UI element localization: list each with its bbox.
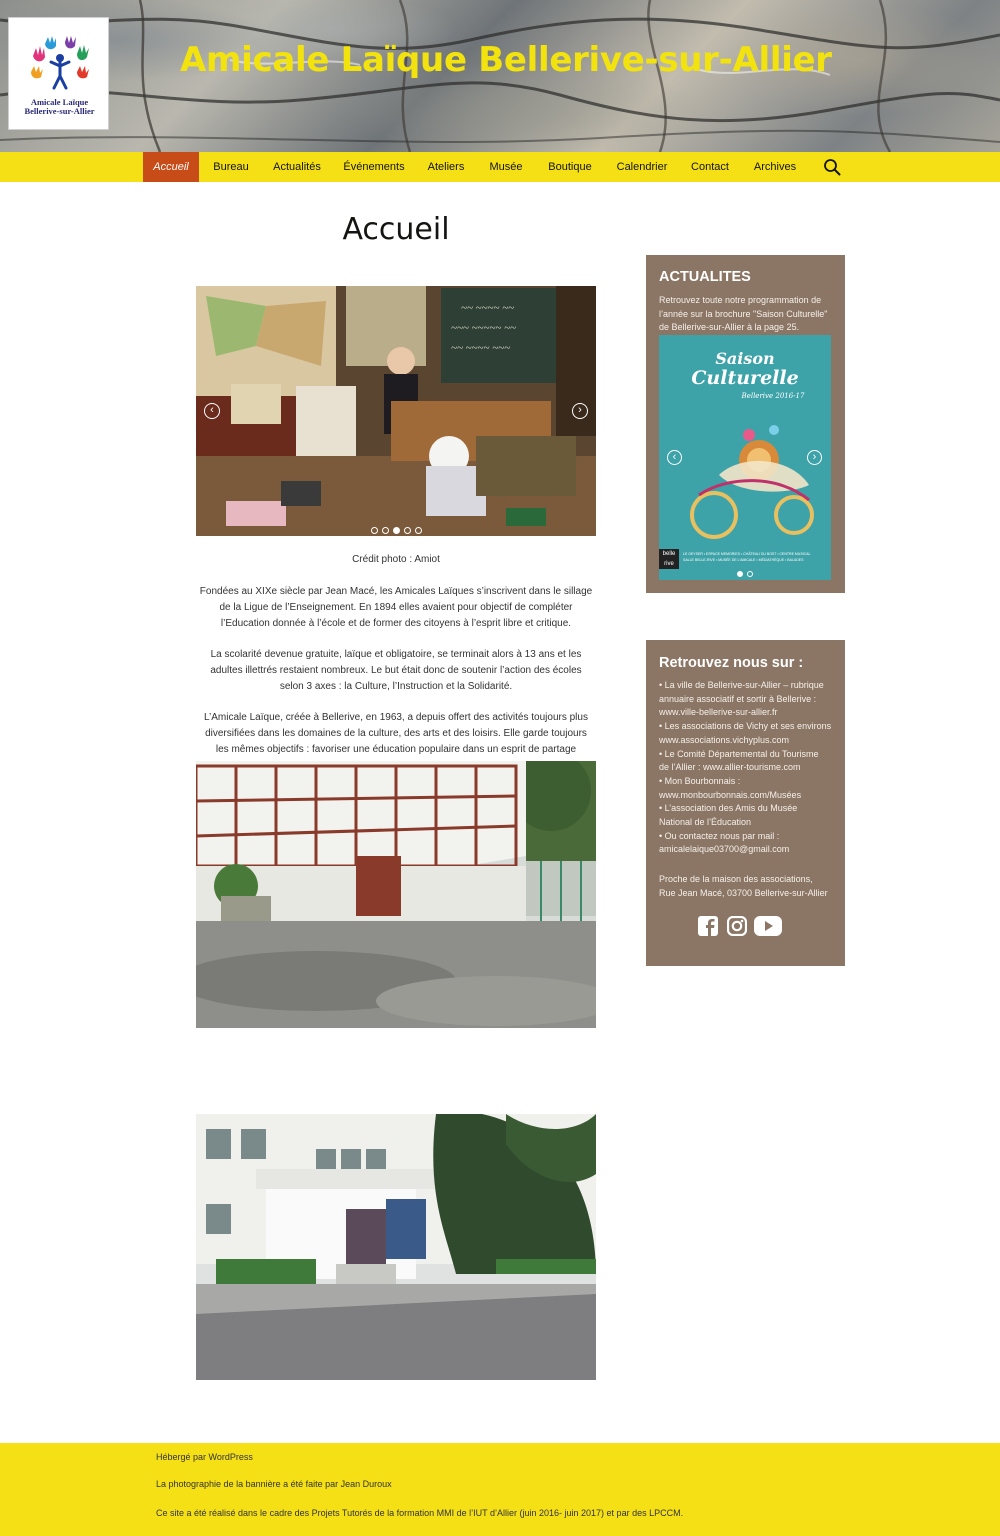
text-line: l’Education donnée à l’école et de forme… xyxy=(220,618,572,629)
news-widget-title: ACTUALITES xyxy=(659,269,751,285)
text-line: • L’association des Amis du Musée xyxy=(659,803,798,814)
link-monbourbonnais[interactable]: www.monbourbonnais.com/Musées xyxy=(659,789,831,803)
text-line: • La ville de Bellerive-sur-Allier – rub… xyxy=(659,680,824,690)
footer-hosted-by[interactable]: Hébergé par WordPress xyxy=(156,1452,253,1462)
text-line: Retrouvez toute notre programmation de xyxy=(659,295,822,305)
news-widget-text: Retrouvez toute notre programmation de l… xyxy=(659,294,827,335)
text-line: Fondées au XIXe siècle par Jean Macé, le… xyxy=(199,586,593,597)
hands-logo-icon xyxy=(31,36,89,90)
slider-dot[interactable] xyxy=(370,527,378,534)
slider-dot[interactable] xyxy=(414,527,422,534)
building-photo-1 xyxy=(196,761,596,1028)
text-line: L’Amicale Laïque, créée à Bellerive, en … xyxy=(204,712,588,723)
find-us-widget: Retrouvez nous sur : • La ville de Belle… xyxy=(646,640,845,966)
nav-item-ateliers[interactable]: Ateliers xyxy=(420,152,472,182)
text-line: • Les associations de Vichy et ses envir… xyxy=(659,721,832,732)
nav-item-boutique[interactable]: Boutique xyxy=(542,152,598,182)
svg-text:~~~ ~~~~~ ~~: ~~~ ~~~~~ ~~ xyxy=(451,322,516,334)
page-title: Accueil xyxy=(342,212,450,247)
svg-text:~~ ~~~~ ~~: ~~ ~~~~ ~~ xyxy=(461,302,514,314)
svg-text:~~ ~~~~ ~~~: ~~ ~~~~ ~~~ xyxy=(451,342,510,354)
text-line: • Mon Bourbonnais : xyxy=(659,775,741,786)
link-ville-bellerive[interactable]: www.ville-bellerive-sur-allier.fr xyxy=(659,706,831,720)
poster-carriage-illustration xyxy=(690,425,814,539)
site-footer: Hébergé par WordPress La photographie de… xyxy=(0,1443,1000,1536)
find-us-links: • La ville de Bellerive-sur-Allier – rub… xyxy=(659,679,831,857)
text-line: de la Ligue de l’Enseignement. En 1894 e… xyxy=(219,602,573,613)
text-line: annuaire associatif et sortir à Belleriv… xyxy=(659,693,817,704)
text-line: les mêmes objectifs : favoriser une éduc… xyxy=(215,744,577,755)
poster-subtitle: Culturelle xyxy=(691,367,799,389)
nav-item-musee[interactable]: Musée xyxy=(484,152,528,182)
footer-project-credit: Ce site a été réalisé dans le cadre des … xyxy=(156,1508,684,1518)
image-slider[interactable]: ~~ ~~~~ ~~ ~~~ ~~~~~ ~~ ~~ ~~~~ ~~~ ‹ › xyxy=(196,286,596,536)
site-title[interactable]: Amicale Laïque Bellerive-sur-Allier xyxy=(180,40,880,80)
instagram-icon[interactable] xyxy=(727,916,747,936)
text-line: National de l’Éducation xyxy=(659,817,752,828)
youtube-icon[interactable] xyxy=(754,916,782,936)
news-slider-dot-active[interactable] xyxy=(737,571,743,577)
contact-email[interactable]: amicalelaique03700@gmail.com xyxy=(659,843,831,857)
link-vichyplus[interactable]: www.associations.vichyplus.com xyxy=(659,734,831,748)
main-navigation: Accueil Bureau Actualités Événements Ate… xyxy=(0,152,1000,182)
search-icon[interactable] xyxy=(823,158,841,176)
text-line: adultes illettrés restaient nombreux. Le… xyxy=(210,665,582,676)
news-slider-prev-button[interactable]: ‹ xyxy=(667,450,682,465)
slider-dot[interactable] xyxy=(381,527,389,534)
logo-text-line2: Bellerive-sur-Allier xyxy=(24,106,95,116)
current-building-image xyxy=(196,1114,596,1380)
nav-item-calendrier[interactable]: Calendrier xyxy=(612,152,672,182)
news-slider-dots xyxy=(659,564,831,580)
nav-item-bureau[interactable]: Bureau xyxy=(206,152,256,182)
photo-credit: Crédit photo : Amiot xyxy=(352,554,440,565)
slider-dot[interactable] xyxy=(403,527,411,534)
nav-item-archives[interactable]: Archives xyxy=(748,152,802,182)
slider-dots xyxy=(196,521,596,536)
text-line: Rue Jean Macé, 03700 Bellerive-sur-Allie… xyxy=(659,887,828,898)
nav-item-contact[interactable]: Contact xyxy=(684,152,736,182)
text-line: de Bellerive-sur-Allier à la page 25. xyxy=(659,322,800,333)
text-line: SALLE BELLE-RIVE • MUSÉE DE L'AMICALE • … xyxy=(683,558,804,562)
intro-paragraph-1: Fondées au XIXe siècle par Jean Macé, le… xyxy=(196,584,596,632)
footer-banner-credit: La photographie de la bannière a été fai… xyxy=(156,1479,392,1489)
text-line: diversifiées dans les domaines de la cul… xyxy=(205,728,587,739)
link-allier-tourisme[interactable]: de l’Allier : www.allier-tourisme.com xyxy=(659,761,831,775)
slider-next-button[interactable]: › xyxy=(572,403,588,419)
old-building-image xyxy=(196,761,596,1028)
text-line: l’année sur la brochure "Saison Culturel… xyxy=(659,308,828,319)
text-line: • Le Comité Départemental du Tourisme xyxy=(659,748,819,759)
header-banner: Amicale Laïque Bellerive-sur-Allier Amic… xyxy=(0,0,1000,152)
news-widget: ACTUALITES Retrouvez toute notre program… xyxy=(646,255,845,593)
building-photo-2 xyxy=(196,1114,596,1380)
nav-item-evenements[interactable]: Événements xyxy=(336,152,412,182)
nav-item-accueil[interactable]: Accueil xyxy=(143,152,199,182)
address: Proche de la maison des associations, Ru… xyxy=(659,873,828,900)
saison-culturelle-poster[interactable]: Saison Culturelle Bellerive 2016-17 bell… xyxy=(659,335,831,580)
site-logo[interactable]: Amicale Laïque Bellerive-sur-Allier xyxy=(8,17,109,130)
poster-title: Saison xyxy=(715,349,775,368)
facebook-icon[interactable] xyxy=(698,916,718,936)
find-us-widget-title: Retrouvez nous sur : xyxy=(659,655,804,671)
text-line: La scolarité devenue gratuite, laïque et… xyxy=(210,649,582,660)
slider-prev-button[interactable]: ‹ xyxy=(204,403,220,419)
text-line: • Ou contactez nous par mail : xyxy=(659,830,780,841)
poster-years: Bellerive 2016-17 xyxy=(741,392,805,400)
intro-paragraph-2: La scolarité devenue gratuite, laïque et… xyxy=(196,647,596,695)
poster-footer: LE GEYSER • ESPACE MEMORIES • CHÂTEAU DU… xyxy=(683,551,829,563)
slider-dot-active[interactable] xyxy=(392,527,400,534)
intro-paragraph-3: L’Amicale Laïque, créée à Bellerive, en … xyxy=(196,710,596,758)
text-line: Proche de la maison des associations, xyxy=(659,874,813,884)
news-slider-next-button[interactable]: › xyxy=(807,450,822,465)
nav-item-actualites[interactable]: Actualités xyxy=(265,152,329,182)
news-slider-dot[interactable] xyxy=(747,571,753,577)
slider-classroom-photo: ~~ ~~~~ ~~ ~~~ ~~~~~ ~~ ~~ ~~~~ ~~~ xyxy=(196,286,596,536)
text-line: selon 3 axes : la Culture, l’Instruction… xyxy=(279,681,513,692)
